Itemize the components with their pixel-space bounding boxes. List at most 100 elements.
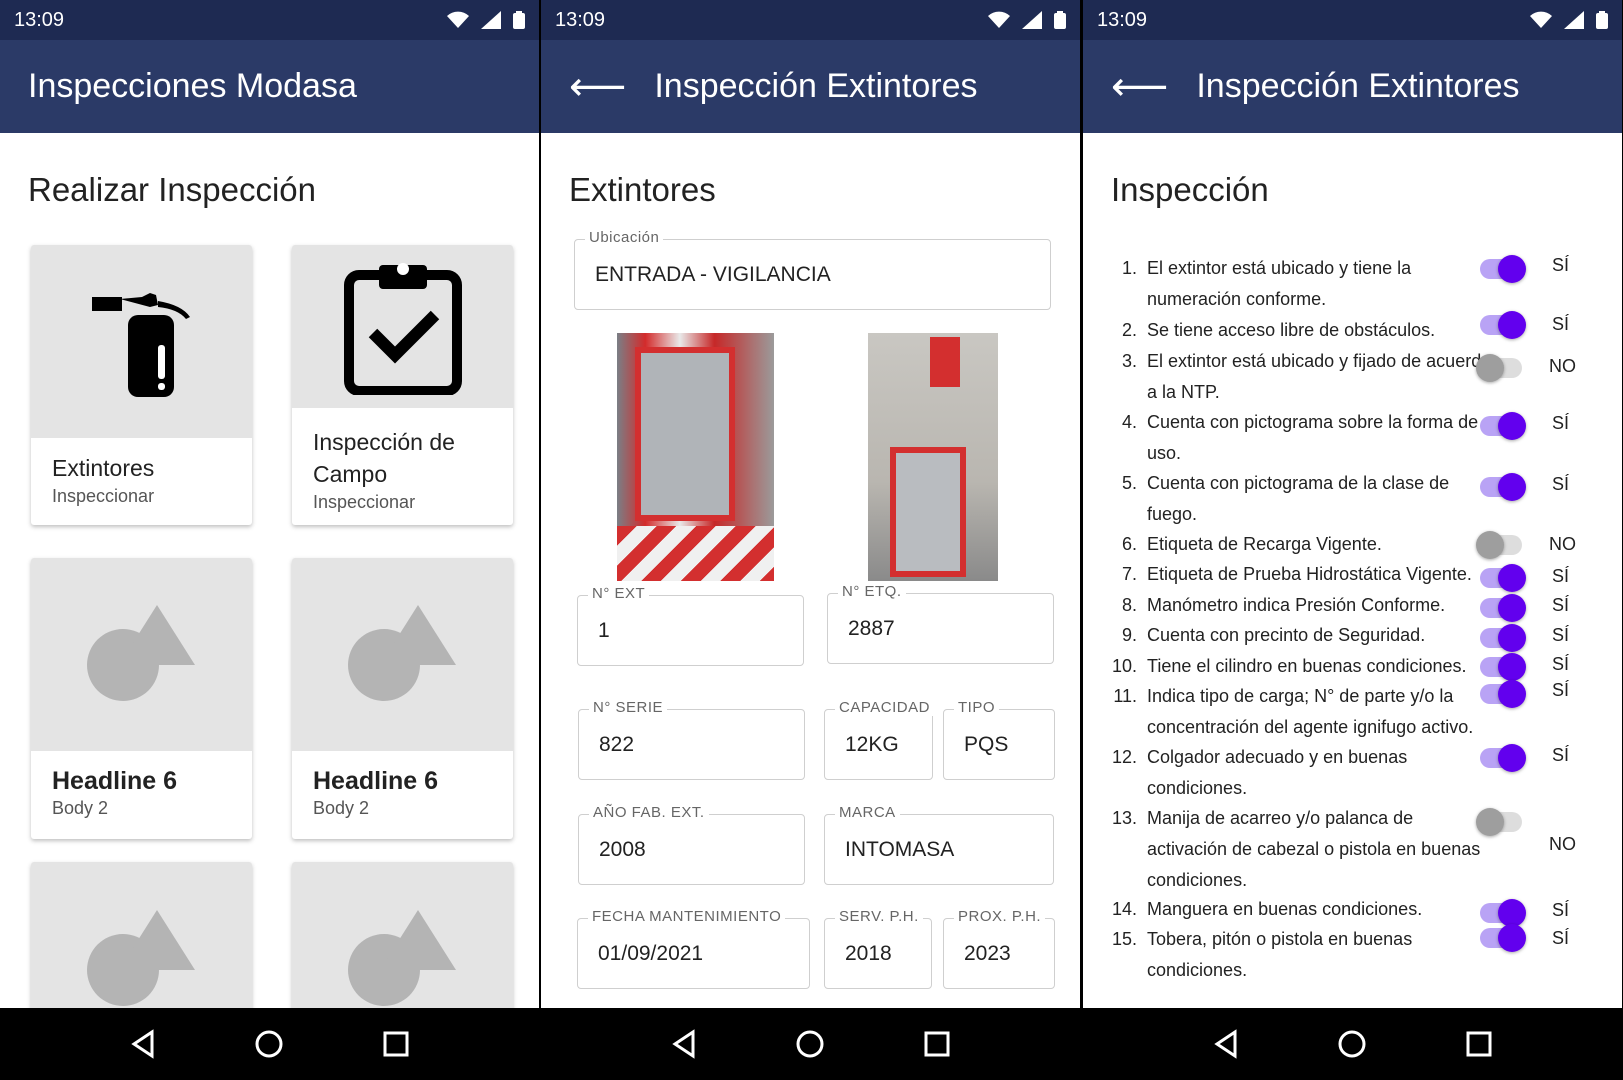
card-placeholder[interactable] <box>31 862 252 1008</box>
item-toggle-switch[interactable] <box>1480 744 1526 772</box>
item-toggle-switch[interactable] <box>1480 473 1526 501</box>
anio-fab-field[interactable]: AÑO FAB. EXT. 2008 <box>578 804 805 885</box>
status-time: 13:09 <box>14 8 65 31</box>
item-text: Cuenta con pictograma sobre la forma de … <box>1147 412 1479 463</box>
item-toggle-switch[interactable] <box>1476 808 1522 836</box>
card-title: Extintores <box>52 455 155 481</box>
serv-ph-field[interactable]: SERV. P.H. 2018 <box>824 908 932 989</box>
item-toggle-switch[interactable] <box>1480 594 1526 622</box>
extintor-photo[interactable] <box>868 333 998 581</box>
item-answer: SÍ <box>1552 474 1570 494</box>
item-toggle-switch[interactable] <box>1480 924 1526 952</box>
capacidad-field[interactable]: CAPACIDAD 12KG <box>824 699 934 780</box>
tipo-field[interactable]: TIPO PQS <box>943 699 1055 780</box>
card-subtitle: Body 2 <box>313 798 370 818</box>
card-placeholder[interactable]: Headline 6 Body 2 <box>292 558 513 839</box>
wifi-icon <box>988 11 1010 28</box>
app-bar: ⟵ Inspección Extintores <box>541 40 1080 133</box>
home-nav-icon[interactable] <box>1337 1029 1367 1059</box>
recents-nav-icon[interactable] <box>1464 1029 1494 1059</box>
field-value: 2018 <box>845 941 892 965</box>
item-toggle-switch[interactable] <box>1480 624 1526 652</box>
item-number: 2. <box>1121 320 1137 340</box>
item-toggle-switch[interactable] <box>1480 653 1526 681</box>
field-value: ENTRADA - VIGILANCIA <box>595 262 831 286</box>
item-toggle-switch[interactable] <box>1480 564 1526 592</box>
item-answer: SÍ <box>1552 566 1570 586</box>
ubicacion-field[interactable]: Ubicación ENTRADA - VIGILANCIA <box>574 229 1051 310</box>
item-answer: SÍ <box>1552 413 1570 433</box>
item-toggle-switch[interactable] <box>1480 255 1526 283</box>
item-number: 1. <box>1121 258 1137 278</box>
card-title: Headline 6 <box>313 767 439 795</box>
toggle-knob <box>1476 531 1504 559</box>
item-toggle-switch[interactable] <box>1480 311 1526 339</box>
item-text: Se tiene acceso libre de obstáculos. <box>1147 320 1436 340</box>
item-text: El extintor está ubicado y fijado de acu… <box>1147 351 1492 402</box>
fecha-mantenimiento-field[interactable]: FECHA MANTENIMIENTO 01/09/2021 <box>577 908 810 989</box>
field-value: 2008 <box>599 837 646 861</box>
marca-field[interactable]: MARCA INTOMASA <box>824 804 1054 885</box>
card-placeholder[interactable]: Headline 6 Body 2 <box>31 558 252 839</box>
battery-icon <box>1054 11 1066 29</box>
screen-extintor-form: 13:09 ⟵ Inspección Extintores Extintores… <box>541 0 1080 1080</box>
home-nav-icon[interactable] <box>795 1029 825 1059</box>
recents-nav-icon[interactable] <box>922 1029 952 1059</box>
item-answer: NO <box>1549 356 1576 376</box>
item-toggle-switch[interactable] <box>1480 680 1526 708</box>
screen-home: 13:09 Inspecciones Modasa Realizar Inspe… <box>0 0 539 1080</box>
item-number: 11. <box>1113 686 1137 706</box>
item-answer: SÍ <box>1552 314 1570 334</box>
item-answer: NO <box>1549 534 1576 554</box>
item-toggle-switch[interactable] <box>1476 354 1522 382</box>
extintor-photo[interactable] <box>617 333 774 581</box>
app-title: Inspección Extintores <box>1196 67 1520 105</box>
status-bar: 13:09 <box>541 0 1080 40</box>
item-answer: NO <box>1549 834 1576 854</box>
section-title: Inspección <box>1111 171 1269 208</box>
item-text: Cuenta con pictograma de la clase de fue… <box>1147 473 1450 524</box>
prox-ph-field[interactable]: PROX. P.H. 2023 <box>943 908 1055 989</box>
nav-bar <box>541 1008 1080 1080</box>
home-nav-icon[interactable] <box>254 1029 284 1059</box>
card-media <box>292 245 513 408</box>
field-value: 01/09/2021 <box>598 941 704 965</box>
card-inspeccion-campo[interactable]: Inspección de Campo Inspeccionar <box>292 245 513 525</box>
back-nav-icon[interactable] <box>128 1029 158 1059</box>
item-toggle-switch[interactable] <box>1476 531 1522 559</box>
item-number: 3. <box>1121 351 1137 371</box>
card-media <box>31 558 252 751</box>
status-bar: 13:09 <box>0 0 539 40</box>
item-text: Manómetro indica Presión Conforme. <box>1147 595 1446 615</box>
item-answer: SÍ <box>1552 900 1570 920</box>
card-media <box>31 245 252 438</box>
item-text: Etiqueta de Prueba Hidrostática Vigente. <box>1147 564 1472 584</box>
toggle-knob <box>1498 564 1526 592</box>
n-ext-field[interactable]: N° EXT 1 <box>577 585 804 666</box>
item-number: 15. <box>1111 929 1137 949</box>
card-extintores[interactable]: Extintores Inspeccionar <box>31 245 252 525</box>
n-serie-field[interactable]: N° SERIE 822 <box>578 699 805 780</box>
back-arrow-icon[interactable]: ⟵ <box>569 67 626 107</box>
item-toggle-switch[interactable] <box>1480 412 1526 440</box>
back-arrow-icon[interactable]: ⟵ <box>1111 67 1168 107</box>
item-toggle-switch[interactable] <box>1480 899 1526 927</box>
n-etq-field[interactable]: N° ETQ. 2887 <box>827 583 1054 664</box>
field-value: 12KG <box>845 732 899 756</box>
battery-icon <box>1596 11 1608 29</box>
field-value: 822 <box>599 732 635 756</box>
screen-inspeccion-checklist: 13:09 ⟵ Inspección Extintores Inspección… <box>1083 0 1622 1080</box>
item-answer: SÍ <box>1552 595 1570 615</box>
recents-nav-icon[interactable] <box>381 1029 411 1059</box>
item-text: Colgador adecuado y en buenas condicione… <box>1147 747 1408 798</box>
back-nav-icon[interactable] <box>1211 1029 1241 1059</box>
field-value: PQS <box>964 732 1009 756</box>
status-time: 13:09 <box>1097 8 1148 31</box>
card-placeholder[interactable] <box>292 862 513 1008</box>
toggle-knob <box>1498 653 1526 681</box>
battery-icon <box>513 11 525 29</box>
back-nav-icon[interactable] <box>669 1029 699 1059</box>
item-answer: SÍ <box>1552 625 1570 645</box>
toggle-knob <box>1498 899 1526 927</box>
signal-icon <box>1022 11 1042 29</box>
